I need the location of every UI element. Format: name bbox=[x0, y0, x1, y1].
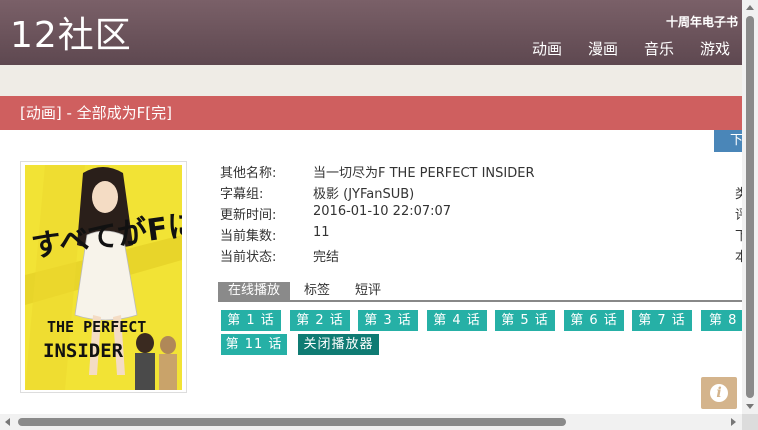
info-value: 完结 bbox=[313, 250, 340, 265]
horizontal-scrollbar[interactable] bbox=[0, 414, 742, 430]
info-value[interactable]: 极影 (JYFanSUB) bbox=[313, 183, 414, 202]
info-value: 当一切尽为F THE PERFECT INSIDER bbox=[313, 166, 535, 181]
episode-button[interactable]: 第 11 话 bbox=[221, 334, 287, 355]
poster-frame: すべてがFになる THE PERFECT INSIDER bbox=[20, 161, 187, 393]
horizontal-scroll-thumb[interactable] bbox=[18, 418, 566, 426]
tab-short-reviews[interactable]: 短评 bbox=[355, 282, 381, 300]
info-value: 11 bbox=[313, 225, 330, 240]
page-title: [动画] - 全部成为F[完] bbox=[0, 96, 742, 130]
scroll-left-icon[interactable] bbox=[5, 418, 10, 426]
vertical-scroll-thumb[interactable] bbox=[746, 16, 754, 398]
episode-button[interactable]: 第 4 话 bbox=[427, 310, 487, 331]
nav-item-music[interactable]: 音乐 bbox=[644, 38, 674, 59]
poster-title-en-1: THE PERFECT bbox=[47, 318, 146, 336]
scroll-up-icon[interactable] bbox=[746, 5, 754, 10]
info-value: 2016-01-10 22:07:07 bbox=[313, 204, 452, 219]
poster-artwork: すべてがFになる THE PERFECT INSIDER bbox=[25, 165, 182, 390]
info-key: 字幕组: bbox=[220, 187, 264, 202]
info-key: 当前状态: bbox=[220, 250, 277, 265]
tab-tags[interactable]: 标签 bbox=[304, 282, 330, 300]
episode-button[interactable]: 第 8 话 bbox=[701, 310, 742, 331]
episode-button[interactable]: 第 7 话 bbox=[632, 310, 692, 331]
episode-button[interactable]: 第 3 话 bbox=[358, 310, 418, 331]
content-tabs: 在线播放 标签 短评 bbox=[218, 282, 742, 302]
episode-button[interactable]: 第 6 话 bbox=[564, 310, 624, 331]
tab-online-play[interactable]: 在线播放 bbox=[218, 282, 291, 300]
vertical-scrollbar[interactable] bbox=[742, 0, 758, 414]
ebook-link[interactable]: 十周年电子书 bbox=[666, 13, 738, 30]
main-nav: 动画 漫画 音乐 游戏 bbox=[532, 38, 730, 59]
close-player-button[interactable]: 关闭播放器 bbox=[298, 334, 379, 355]
episode-button[interactable]: 第 2 话 bbox=[290, 310, 350, 331]
nav-item-manga[interactable]: 漫画 bbox=[588, 38, 618, 59]
nav-item-games[interactable]: 游戏 bbox=[700, 38, 730, 59]
info-icon[interactable]: i bbox=[701, 377, 737, 409]
site-logo[interactable]: 12社区 bbox=[10, 14, 132, 58]
download-button[interactable]: 下 bbox=[714, 130, 742, 152]
poster-title-en-2: INSIDER bbox=[43, 340, 124, 362]
site-header: 12社区 十周年电子书 动画 漫画 音乐 游戏 bbox=[0, 0, 742, 65]
header-band bbox=[0, 65, 742, 96]
episode-button[interactable]: 第 1 话 bbox=[221, 310, 281, 331]
scroll-down-icon[interactable] bbox=[746, 404, 754, 409]
info-key: 当前集数: bbox=[220, 229, 277, 244]
scrollbar-corner bbox=[742, 414, 758, 430]
episode-button[interactable]: 第 5 话 bbox=[495, 310, 555, 331]
scroll-right-icon[interactable] bbox=[731, 418, 736, 426]
info-key: 更新时间: bbox=[220, 208, 277, 223]
info-key: 其他名称: bbox=[220, 166, 277, 181]
poster-image[interactable]: すべてがFになる THE PERFECT INSIDER bbox=[25, 165, 182, 390]
nav-item-anime[interactable]: 动画 bbox=[532, 38, 562, 59]
